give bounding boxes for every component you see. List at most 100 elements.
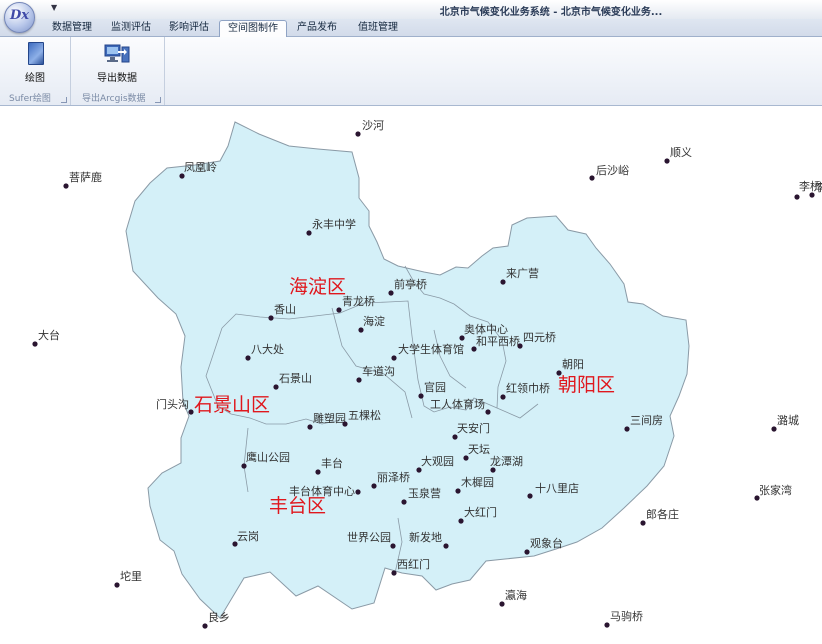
station-marker — [809, 192, 815, 198]
station-label: 车道沟 — [362, 364, 395, 378]
station-marker — [245, 355, 251, 361]
ribbon-panel: 绘图 Sufer绘图 导出数据 导出Arcgis数据 — [0, 37, 822, 106]
station-marker — [463, 455, 469, 461]
station-marker — [391, 355, 397, 361]
station-marker — [390, 543, 396, 549]
tab-spatial-map-making[interactable]: 空间图制作 — [219, 20, 287, 37]
station-point: 大台 — [32, 328, 60, 347]
quick-access-dropdown-icon[interactable]: ▼ — [51, 3, 57, 12]
station-label: 后沙峪 — [596, 164, 629, 177]
station-marker — [268, 315, 274, 321]
station-marker — [388, 290, 394, 296]
station-point: 郎各庄 — [640, 507, 679, 526]
station-label: 马驹桥 — [610, 609, 643, 623]
draw-icon — [28, 42, 44, 65]
export-data-icon — [104, 44, 130, 63]
station-label: 郎各庄 — [646, 507, 679, 521]
station-label: 三间房 — [630, 414, 663, 427]
station-label: 凤凰岭 — [184, 160, 217, 174]
station-point: 后沙峪 — [589, 164, 629, 181]
window-title: 北京市气候变化业务系统 - 北京市气候变化业务... — [439, 7, 663, 18]
station-marker — [336, 307, 342, 313]
station-marker — [589, 175, 595, 181]
station-marker — [499, 601, 505, 607]
station-label: 坨里 — [120, 569, 142, 583]
station-label: 顺义 — [670, 146, 692, 159]
beijing-station-map[interactable]: 沙河顺义后沙峪凤凰岭菩萨鹿李桥李永丰中学来广营前亭桥青龙桥香山海淀奥体中心四元桥… — [0, 106, 822, 644]
station-marker — [273, 384, 279, 390]
station-point: 沙河 — [355, 119, 384, 137]
district-label: 海淀区 — [289, 276, 346, 298]
station-point: 马驹桥 — [604, 609, 643, 628]
app-logo-icon: Dx — [9, 8, 30, 23]
draw-button[interactable]: 绘图 — [19, 39, 51, 84]
station-marker — [418, 393, 424, 399]
ribbon-tab-bar: 数据管理 监测评估 影响评估 空间图制作 产品发布 值班管理 — [0, 19, 822, 37]
export-data-button-label: 导出数据 — [97, 73, 137, 84]
ribbon-group-surfer: 绘图 Sufer绘图 — [0, 37, 71, 105]
ribbon-group-caption-export: 导出Arcgis数据 — [82, 94, 146, 104]
station-marker — [443, 543, 449, 549]
station-label: 大学生体育馆 — [398, 342, 464, 356]
station-marker — [485, 409, 491, 415]
station-marker — [401, 499, 407, 505]
station-label: 青龙桥 — [342, 295, 375, 308]
station-marker — [490, 467, 496, 473]
station-point: 顺义 — [664, 146, 692, 164]
station-label: 门头沟 — [156, 397, 189, 411]
station-marker — [458, 518, 464, 524]
station-marker — [358, 327, 364, 333]
station-marker — [455, 488, 461, 494]
station-marker — [342, 421, 348, 427]
station-label: 潞城 — [777, 413, 799, 427]
tab-impact-assessment[interactable]: 影响评估 — [160, 20, 218, 35]
station-marker — [355, 131, 361, 137]
station-point: 坨里 — [114, 569, 142, 588]
app-window: 北京市气候变化业务系统 - 北京市气候变化业务... ▼ Dx 数据管理 监测评… — [0, 0, 822, 644]
station-label: 朝阳 — [562, 358, 584, 371]
station-marker — [527, 493, 533, 499]
station-marker — [452, 434, 458, 440]
dialog-launcher-icon[interactable] — [61, 97, 67, 103]
station-label: 大台 — [38, 328, 60, 342]
district-label: 石景山区 — [194, 394, 270, 416]
station-label: 官园 — [424, 380, 446, 394]
station-marker — [356, 377, 362, 383]
station-marker — [524, 549, 530, 555]
station-label: 永丰中学 — [312, 217, 356, 231]
station-label: 海淀 — [363, 314, 385, 328]
dialog-launcher-icon[interactable] — [155, 97, 161, 103]
station-marker — [63, 183, 69, 189]
station-marker — [664, 158, 670, 164]
export-data-button[interactable]: 导出数据 — [87, 39, 147, 84]
district-label: 丰台区 — [269, 495, 326, 517]
tab-data-management[interactable]: 数据管理 — [42, 20, 102, 35]
station-point: 张家湾 — [754, 483, 792, 501]
station-label: 云岗 — [237, 530, 259, 543]
tab-duty-management[interactable]: 值班管理 — [347, 20, 409, 35]
station-label: 良乡 — [208, 610, 230, 624]
station-label: 奥体中心 — [464, 322, 508, 336]
station-marker — [500, 394, 506, 400]
application-menu-button[interactable]: Dx — [4, 2, 35, 33]
station-label: 鹰山公园 — [246, 450, 290, 464]
station-label: 大红门 — [464, 505, 497, 519]
station-label: 龙潭湖 — [490, 455, 523, 468]
station-label: 和平西桥 — [476, 335, 520, 348]
station-marker — [179, 173, 185, 179]
tab-monitoring-assessment[interactable]: 监测评估 — [102, 20, 160, 35]
station-marker — [794, 194, 800, 200]
tab-product-release[interactable]: 产品发布 — [287, 20, 347, 35]
station-label: 西红门 — [397, 557, 430, 571]
station-label: 天安门 — [457, 421, 490, 435]
station-label: 丽泽桥 — [377, 471, 410, 484]
station-label: 八大处 — [251, 342, 284, 356]
map-canvas[interactable]: 沙河 顺义 后沙峪 凤凰岭 菩萨鹿 李桥李永丰中学 来广营 前亭桥 青龙桥 香山 海淀 奥体中心 四元桥… — [0, 106, 822, 644]
station-marker — [114, 582, 120, 588]
station-marker — [391, 570, 397, 576]
station-marker — [604, 622, 610, 628]
station-marker — [624, 426, 630, 432]
title-bar: 北京市气候变化业务系统 - 北京市气候变化业务... ▼ — [0, 0, 822, 19]
station-marker — [188, 409, 194, 415]
station-label: 瀛海 — [505, 588, 527, 602]
